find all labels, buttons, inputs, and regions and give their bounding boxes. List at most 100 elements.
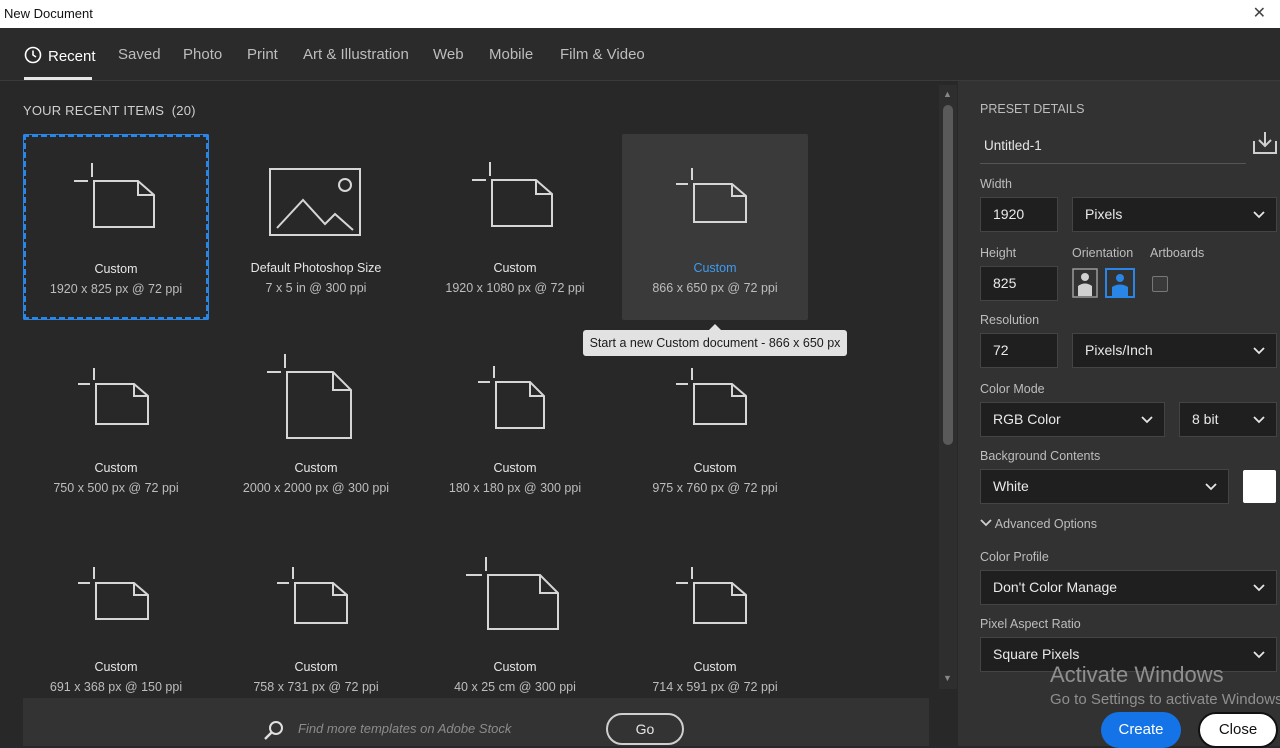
tab-art-illustration[interactable]: Art & Illustration [303, 46, 409, 63]
chevron-down-icon [1253, 347, 1265, 355]
item-name: Custom [693, 261, 737, 275]
document-name-field[interactable]: Untitled-1 [980, 133, 1246, 164]
preset-details-heading: PRESET DETAILS [980, 102, 1085, 116]
width-label: Width [980, 177, 1012, 191]
item-dimensions: 40 x 25 cm @ 300 ppi [454, 680, 576, 694]
document-preset-icon [267, 354, 352, 439]
create-button[interactable]: Create [1101, 712, 1181, 748]
resolution-label: Resolution [980, 313, 1040, 327]
item-name: Custom [693, 660, 737, 674]
background-color-swatch[interactable] [1243, 470, 1276, 503]
tab-saved[interactable]: Saved [118, 46, 161, 63]
active-tab-indicator [24, 77, 92, 80]
portrait-orientation-icon[interactable] [1072, 268, 1098, 298]
scroll-up-icon[interactable]: ▲ [943, 89, 952, 99]
artboards-checkbox[interactable] [1152, 276, 1168, 292]
activation-watermark-title: Activate Windows [1050, 662, 1224, 687]
resolution-unit-select[interactable]: Pixels/Inch [1072, 333, 1277, 368]
title-bar: New Document ✕ [0, 0, 1280, 28]
document-preset-icon [78, 567, 149, 620]
recent-item-card[interactable]: Custom 750 x 500 px @ 72 ppi [23, 334, 209, 520]
background-contents-select[interactable]: White [980, 469, 1229, 504]
color-profile-select[interactable]: Don't Color Manage [980, 570, 1277, 605]
item-name: Custom [693, 461, 737, 475]
chevron-down-icon [1141, 416, 1153, 424]
recent-item-card[interactable]: Custom 758 x 731 px @ 72 ppi [223, 533, 409, 719]
recent-item-card[interactable]: Custom 866 x 650 px @ 72 ppi [622, 134, 808, 320]
resolution-input[interactable]: 72 [980, 333, 1058, 368]
tab-photo[interactable]: Photo [183, 46, 222, 63]
width-unit-select[interactable]: Pixels [1072, 197, 1277, 232]
background-contents-label: Background Contents [980, 449, 1101, 463]
document-preset-icon [676, 168, 747, 223]
chevron-down-icon [1253, 416, 1265, 424]
item-dimensions: 714 x 591 px @ 72 ppi [652, 680, 778, 694]
item-name: Custom [294, 461, 338, 475]
item-dimensions: 1920 x 825 px @ 72 ppi [49, 282, 183, 296]
item-name: Custom [493, 660, 537, 674]
color-mode-select[interactable]: RGB Color [980, 402, 1165, 437]
bit-depth-select[interactable]: 8 bit [1179, 402, 1277, 437]
advanced-options-toggle[interactable]: Advanced Options [980, 517, 1097, 531]
item-dimensions: 866 x 650 px @ 72 ppi [652, 281, 778, 295]
color-profile-label: Color Profile [980, 550, 1049, 564]
item-dimensions: 975 x 760 px @ 72 ppi [652, 481, 778, 495]
item-dimensions: 180 x 180 px @ 300 ppi [448, 481, 582, 495]
scroll-thumb[interactable] [943, 105, 953, 445]
document-preset-icon [277, 567, 348, 624]
document-preset-icon [472, 162, 553, 227]
window-title: New Document [4, 6, 93, 21]
color-mode-label: Color Mode [980, 382, 1045, 396]
item-name: Custom [94, 660, 138, 674]
pixel-aspect-ratio-label: Pixel Aspect Ratio [980, 617, 1081, 631]
document-preset-icon [676, 368, 747, 425]
orientation-label: Orientation [1072, 246, 1134, 260]
document-preset-icon [466, 557, 559, 630]
save-preset-icon[interactable] [1252, 131, 1278, 155]
item-dimensions: 691 x 368 px @ 150 ppi [49, 680, 183, 694]
scroll-down-icon[interactable]: ▼ [943, 673, 952, 683]
item-name: Custom [493, 261, 537, 275]
document-preset-icon [478, 366, 545, 429]
document-preset-icon [78, 368, 149, 425]
tab-mobile[interactable]: Mobile [489, 46, 533, 63]
chevron-down-icon [1253, 651, 1265, 659]
activation-watermark-text: Go to Settings to activate Windows. [1050, 691, 1280, 708]
close-button[interactable]: Close [1198, 712, 1278, 748]
recent-items-scrollbar[interactable]: ▲ ▼ [939, 85, 957, 689]
tab-film-video[interactable]: Film & Video [560, 46, 645, 63]
width-input[interactable]: 1920 [980, 197, 1058, 232]
recent-item-card[interactable]: Custom 1920 x 1080 px @ 72 ppi [422, 134, 608, 320]
height-input[interactable]: 825 [980, 266, 1058, 301]
document-preset-icon [74, 163, 155, 228]
recent-items-heading: YOUR RECENT ITEMS (20) [23, 103, 196, 118]
recent-item-card[interactable]: Custom 40 x 25 cm @ 300 ppi [422, 533, 608, 719]
preset-details-panel: PRESET DETAILS Untitled-1 Width 1920 Pix… [958, 81, 1280, 746]
image-preset-icon [269, 168, 361, 236]
tab-print[interactable]: Print [247, 46, 278, 63]
recent-item-card[interactable]: Custom 714 x 591 px @ 72 ppi [622, 533, 808, 719]
chevron-down-icon [1253, 584, 1265, 592]
tab-web[interactable]: Web [433, 46, 464, 63]
recent-item-card[interactable]: Custom 691 x 368 px @ 150 ppi [23, 533, 209, 719]
recent-item-card[interactable]: Custom 180 x 180 px @ 300 ppi [422, 334, 608, 520]
item-name: Default Photoshop Size [250, 261, 382, 275]
height-label: Height [980, 246, 1017, 260]
artboards-label: Artboards [1150, 246, 1205, 260]
recent-item-card[interactable]: Custom 975 x 760 px @ 72 ppi [622, 334, 808, 520]
item-dimensions: 2000 x 2000 px @ 300 ppi [242, 481, 390, 495]
recent-item-card[interactable]: Default Photoshop Size 7 x 5 in @ 300 pp… [223, 134, 409, 320]
window-close-icon[interactable]: ✕ [1253, 3, 1266, 23]
item-name: Custom [493, 461, 537, 475]
recent-item-card[interactable]: Custom 2000 x 2000 px @ 300 ppi [223, 334, 409, 520]
item-name: Custom [294, 660, 338, 674]
recent-items-panel: YOUR RECENT ITEMS (20) Custom 1920 x 825… [0, 81, 958, 746]
stock-search-input[interactable]: Find more templates on Adobe Stock [298, 721, 511, 736]
go-button[interactable]: Go [606, 713, 684, 745]
clock-icon [24, 46, 42, 64]
document-preset-icon [676, 567, 747, 624]
landscape-orientation-icon[interactable] [1105, 268, 1135, 298]
chevron-down-icon [1253, 211, 1265, 219]
recent-item-card[interactable]: Custom 1920 x 825 px @ 72 ppi [23, 134, 209, 320]
tab-recent[interactable]: Recent [24, 46, 96, 65]
